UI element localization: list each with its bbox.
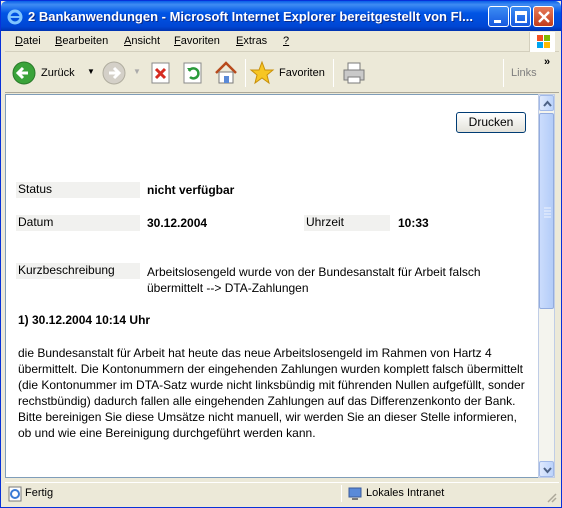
browser-window: 2 Bankanwendungen - Microsoft Internet E… <box>0 0 562 508</box>
intranet-zone-icon <box>348 487 362 500</box>
resize-grip-icon[interactable] <box>545 491 557 503</box>
print-button[interactable]: Drucken <box>456 112 526 133</box>
toolbar-separator <box>333 59 334 87</box>
status-bar: Fertig Lokales Intranet <box>5 482 559 503</box>
vertical-scrollbar[interactable] <box>538 94 555 478</box>
entry-body: die Bundesanstalt für Arbeit hat heute d… <box>18 345 528 441</box>
status-separator <box>341 485 342 502</box>
menu-datei[interactable]: Datei <box>15 35 41 47</box>
internet-explorer-icon <box>7 9 23 25</box>
date-label: Datum <box>16 215 140 231</box>
forward-button[interactable]: ▼ <box>101 59 141 87</box>
menu-extras[interactable]: Extras <box>236 35 267 47</box>
refresh-icon <box>183 62 202 84</box>
forward-arrow-icon <box>102 61 126 85</box>
home-icon <box>215 61 237 84</box>
scroll-thumb[interactable] <box>539 113 554 309</box>
stop-icon <box>151 62 170 84</box>
scroll-down-button[interactable] <box>539 461 554 477</box>
page-content: Drucken Status nicht verfügbar Datum 30.… <box>5 94 542 478</box>
chevron-up-icon <box>543 100 552 107</box>
entry-heading: 1) 30.12.2004 10:14 Uhr <box>18 313 151 327</box>
grip-icon <box>544 207 551 218</box>
star-icon <box>249 60 275 85</box>
date-value: 30.12.2004 <box>147 216 208 230</box>
status-text: Fertig <box>25 487 54 499</box>
status-value: nicht verfügbar <box>147 183 235 197</box>
menu-bearbeiten[interactable]: Bearbeiten <box>55 35 108 47</box>
close-icon <box>538 11 550 23</box>
title-bar[interactable]: 2 Bankanwendungen - Microsoft Internet E… <box>1 1 561 31</box>
status-label: Status <box>16 182 140 198</box>
maximize-icon <box>515 11 527 23</box>
toolbar-separator <box>503 59 504 87</box>
refresh-button[interactable] <box>181 59 207 87</box>
windows-logo <box>529 32 555 52</box>
time-label: Uhrzeit <box>304 215 390 231</box>
forward-dropdown-icon[interactable]: ▼ <box>133 67 141 76</box>
back-dropdown-icon[interactable]: ▼ <box>87 67 95 76</box>
printer-icon <box>343 62 365 84</box>
chevron-down-icon <box>543 467 552 474</box>
windows-flag-icon <box>537 35 550 48</box>
back-button[interactable]: Zurück ▼ <box>11 59 95 87</box>
summary-label: Kurzbeschreibung <box>16 263 140 279</box>
close-button[interactable] <box>533 6 554 27</box>
toolbar-separator <box>245 59 246 87</box>
toolbar-overflow-chevron[interactable]: » <box>544 56 550 68</box>
menu-favoriten[interactable]: Favoriten <box>174 35 220 47</box>
toolbar: Zurück ▼ ▼ Favoriten Links » <box>5 53 559 93</box>
window-title: 2 Bankanwendungen - Microsoft Internet E… <box>28 9 473 24</box>
menu-help[interactable]: ? <box>283 35 289 47</box>
favorites-button[interactable]: Favoriten <box>249 59 329 87</box>
links-bar[interactable]: Links <box>511 67 537 79</box>
time-value: 10:33 <box>398 216 429 230</box>
scroll-up-button[interactable] <box>539 95 554 111</box>
minimize-icon <box>494 20 501 23</box>
minimize-button[interactable] <box>488 6 509 27</box>
menu-ansicht[interactable]: Ansicht <box>124 35 160 47</box>
maximize-button[interactable] <box>510 6 531 27</box>
page-done-icon <box>8 486 22 502</box>
entry-body-paragraph: Bitte bereinigen Sie diese Umsätze nicht… <box>18 410 517 440</box>
stop-button[interactable] <box>149 59 175 87</box>
security-zone-label: Lokales Intranet <box>366 487 445 499</box>
home-button[interactable] <box>213 59 241 87</box>
summary-value: Arbeitslosengeld wurde von der Bundesans… <box>147 265 481 295</box>
menu-bar: Datei Bearbeiten Ansicht Favoriten Extra… <box>5 32 559 52</box>
print-toolbar-button[interactable] <box>341 59 369 87</box>
entry-body-paragraph: die Bundesanstalt für Arbeit hat heute d… <box>18 346 525 408</box>
back-arrow-icon <box>12 61 36 85</box>
